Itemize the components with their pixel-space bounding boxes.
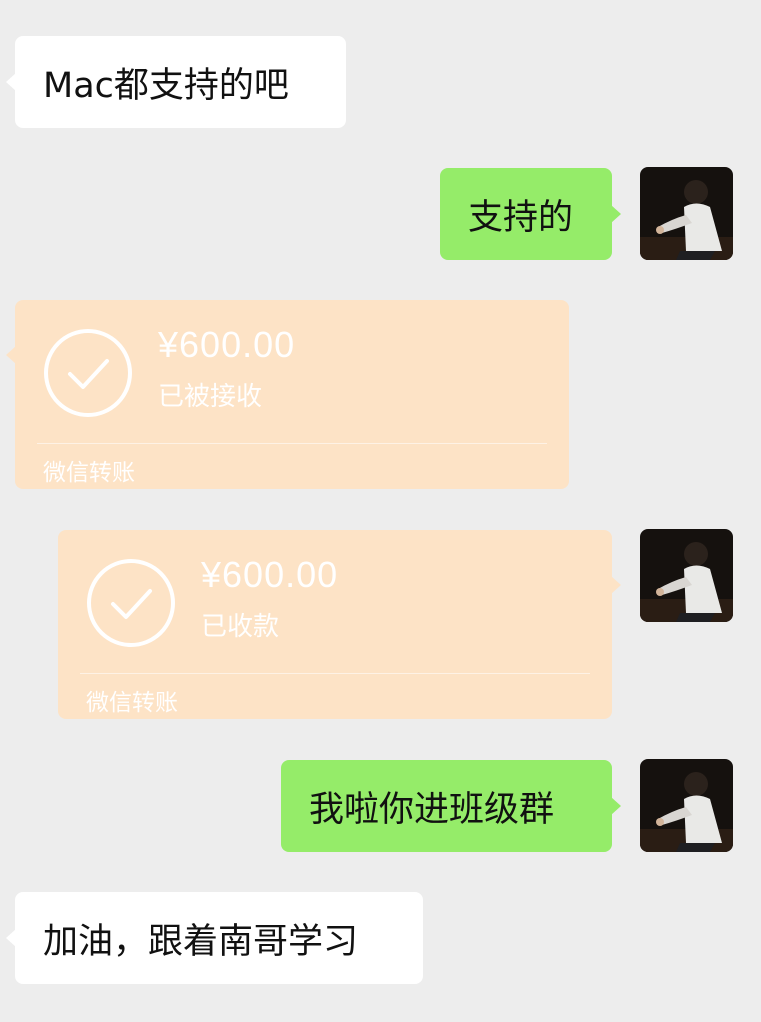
transfer-footer-label: 微信转账	[43, 460, 135, 486]
avatar[interactable]	[640, 529, 733, 622]
check-circle-icon	[44, 329, 132, 417]
bubble-tail	[6, 346, 16, 364]
outgoing-message-bubble[interactable]: 我啦你进班级群	[281, 760, 621, 852]
incoming-message-bubble[interactable]: Mac都支持的吧	[6, 36, 346, 128]
check-circle-icon	[87, 559, 175, 647]
transfer-footer-label: 微信转账	[86, 690, 178, 716]
message-text: Mac都支持的吧	[43, 65, 289, 106]
divider	[80, 673, 590, 674]
transfer-amount: ¥600.00	[201, 554, 339, 595]
outgoing-message-bubble[interactable]: 支持的	[440, 168, 621, 260]
incoming-message-bubble[interactable]: 加油，跟着南哥学习	[6, 892, 423, 984]
bubble-tail	[611, 576, 621, 594]
bubble-tail	[6, 929, 16, 947]
user-avatar-photo-icon	[640, 167, 733, 260]
avatar[interactable]	[640, 167, 733, 260]
message-text: 我啦你进班级群	[309, 789, 555, 830]
bubble-tail	[6, 73, 16, 91]
message-text: 加油，跟着南哥学习	[43, 921, 359, 962]
bubble-tail	[611, 797, 621, 815]
message-text: 支持的	[468, 197, 574, 238]
user-avatar-photo-icon	[640, 529, 733, 622]
divider	[37, 443, 547, 444]
transfer-status: 已收款	[201, 612, 280, 642]
transfer-amount: ¥600.00	[158, 324, 296, 365]
avatar[interactable]	[640, 759, 733, 852]
transfer-card[interactable]: ¥600.00 已收款 微信转账	[58, 530, 621, 719]
transfer-status: 已被接收	[158, 382, 263, 412]
user-avatar-photo-icon	[640, 759, 733, 852]
bubble-tail	[611, 205, 621, 223]
transfer-card[interactable]: ¥600.00 已被接收 微信转账	[6, 300, 569, 489]
